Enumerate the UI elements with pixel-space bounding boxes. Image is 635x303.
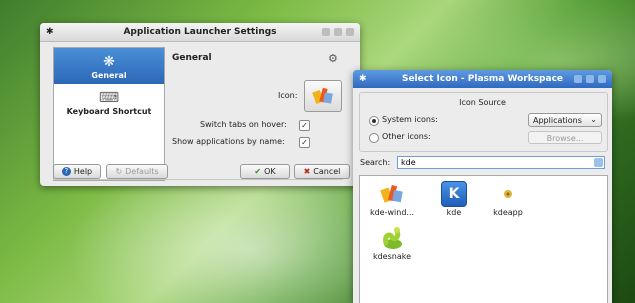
select-icon-titlebar[interactable]: ✱ Select Icon - Plasma Workspace [353,70,612,88]
minimize-button[interactable] [574,75,582,83]
defaults-button-label: Defaults [125,167,159,176]
defaults-button[interactable]: ↻ Defaults [106,164,168,179]
icon-item-label: kdesnake [372,252,412,261]
configure-icon: ⚙ [328,52,338,65]
cancel-icon: ✖ [303,167,311,176]
gear-icon: ❋ [103,54,115,70]
settings-window-title: Application Launcher Settings [123,27,277,37]
settings-titlebar[interactable]: ✱ Application Launcher Settings [40,23,360,42]
window-menu-icon[interactable]: ✱ [359,74,367,84]
kdeapp-icon [504,190,512,198]
icon-label: Icon: [278,91,298,100]
maximize-button[interactable] [586,75,594,83]
close-button[interactable] [598,75,606,83]
kde-logo-icon: K [441,181,467,207]
other-icons-radio[interactable] [369,133,379,143]
show-apps-by-name-checkbox[interactable]: ✓ [299,137,310,148]
switch-tabs-label: Switch tabs on hover: [200,120,287,129]
kde-windows-icon [312,87,333,105]
switch-tabs-checkbox[interactable]: ✓ [299,120,310,131]
kdesnake-icon [383,227,402,249]
chevron-down-icon: ⌄ [590,115,597,124]
cancel-button[interactable]: ✖ Cancel [294,164,350,179]
close-button[interactable] [346,28,354,36]
system-icons-label: System icons: [382,115,438,124]
search-input[interactable] [397,156,605,169]
sidebar-item-general[interactable]: ❋ General [54,48,164,84]
divider [53,179,343,180]
cancel-button-label: Cancel [313,167,341,176]
icon-item-label: kde-wind... [369,208,415,217]
icon-item-kde-windows[interactable]: kde-wind... [366,180,418,217]
ok-button[interactable]: ✔ OK [240,164,290,179]
clear-search-icon[interactable] [594,158,603,167]
kde-windows-icon [380,184,403,203]
sidebar-item-label: General [91,71,127,80]
section-title: General [172,53,212,63]
show-apps-label: Show applications by name: [172,137,285,146]
search-label: Search: [360,158,391,167]
select-icon-window-title: Select Icon - Plasma Workspace [401,74,564,84]
defaults-icon: ↻ [115,167,123,176]
icon-item-kde[interactable]: K kde [428,180,480,217]
icon-item-kdeapp[interactable]: kdeapp [482,180,534,217]
icon-list: kde-wind... K kde kdeapp kdesnake [359,175,608,303]
select-icon-window: ✱ Select Icon - Plasma Workspace Icon So… [353,70,612,303]
icon-chooser-button[interactable] [304,80,342,112]
keyboard-icon: ⌨ [98,90,120,106]
checkmark-icon: ✔ [254,167,262,176]
sidebar-item-keyboard-shortcut[interactable]: ⌨ Keyboard Shortcut [54,84,164,120]
icon-item-label: kdeapp [493,208,523,217]
application-launcher-settings-window: ✱ Application Launcher Settings ❋ Genera… [40,23,360,186]
maximize-button[interactable] [334,28,342,36]
icon-source-title: Icon Source [459,98,506,107]
browse-button[interactable]: Browse... [528,131,602,144]
ok-button-label: OK [264,167,276,176]
icon-category-select[interactable]: Applications ⌄ [528,113,602,127]
help-icon: ? [61,167,71,176]
sidebar-item-label: Keyboard Shortcut [66,107,152,116]
help-button-label: Help [73,167,93,176]
icon-item-kdesnake[interactable]: kdesnake [366,224,418,261]
window-menu-icon[interactable]: ✱ [46,27,54,37]
icon-category-value: Applications [533,116,582,125]
system-icons-radio[interactable] [369,116,379,126]
minimize-button[interactable] [322,28,330,36]
help-button[interactable]: ? Help [53,164,101,179]
icon-item-label: kde [446,208,462,217]
other-icons-label: Other icons: [382,132,431,141]
settings-sidebar: ❋ General ⌨ Keyboard Shortcut [53,47,165,181]
